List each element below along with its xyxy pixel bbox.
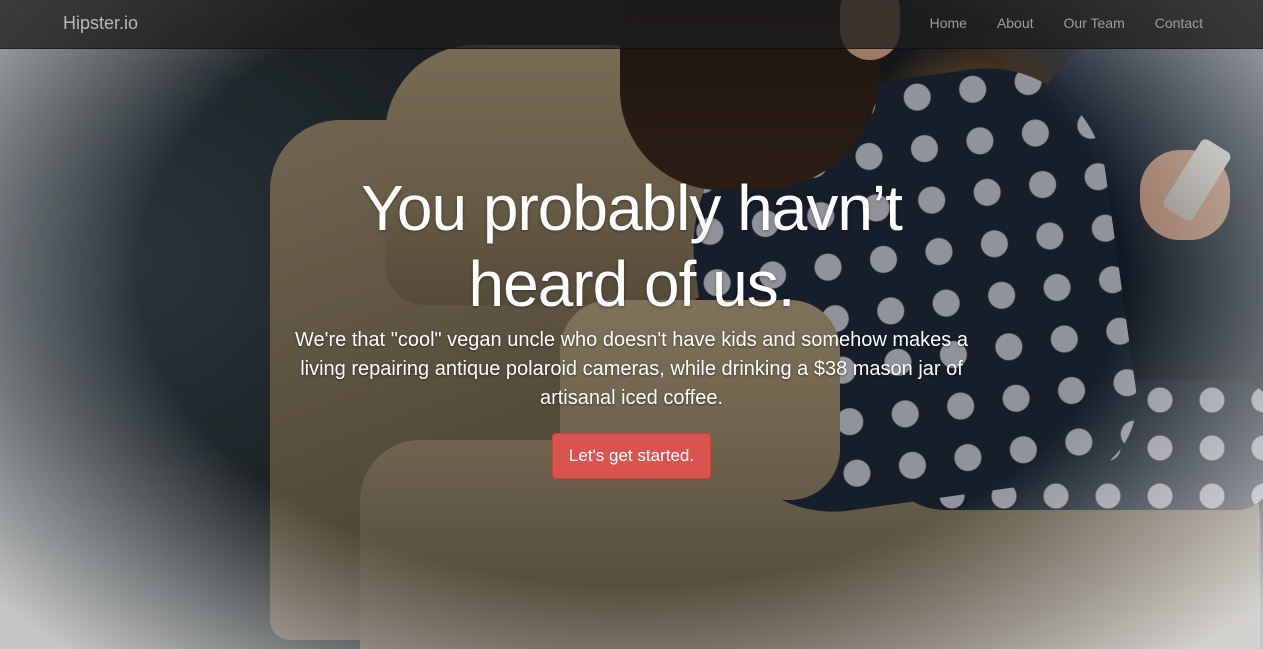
nav-link-about[interactable]: About [982, 0, 1049, 46]
get-started-button[interactable]: Let's get started. [551, 433, 712, 479]
nav-link-our-team[interactable]: Our Team [1049, 0, 1140, 46]
nav-link-home[interactable]: Home [915, 0, 982, 46]
nav-link-contact[interactable]: Contact [1140, 0, 1218, 46]
hero-section: Hipster.io Home About Our Team Contact Y… [0, 0, 1263, 649]
nav-item-contact: Contact [1140, 0, 1218, 46]
nav-item-home: Home [915, 0, 982, 46]
hero-lead-text: We're that "cool" vegan uncle who doesn'… [295, 329, 968, 409]
brand-link[interactable]: Hipster.io [63, 13, 138, 34]
nav-menu: Home About Our Team Contact [915, 0, 1218, 46]
navbar: Hipster.io Home About Our Team Contact [0, 0, 1263, 49]
nav-item-our-team: Our Team [1049, 0, 1140, 46]
nav-item-about: About [982, 0, 1049, 46]
hero-content: You probably havn’t heard of us. We're t… [0, 170, 1263, 479]
hero-headline: You probably havn’t heard of us. [361, 172, 903, 320]
